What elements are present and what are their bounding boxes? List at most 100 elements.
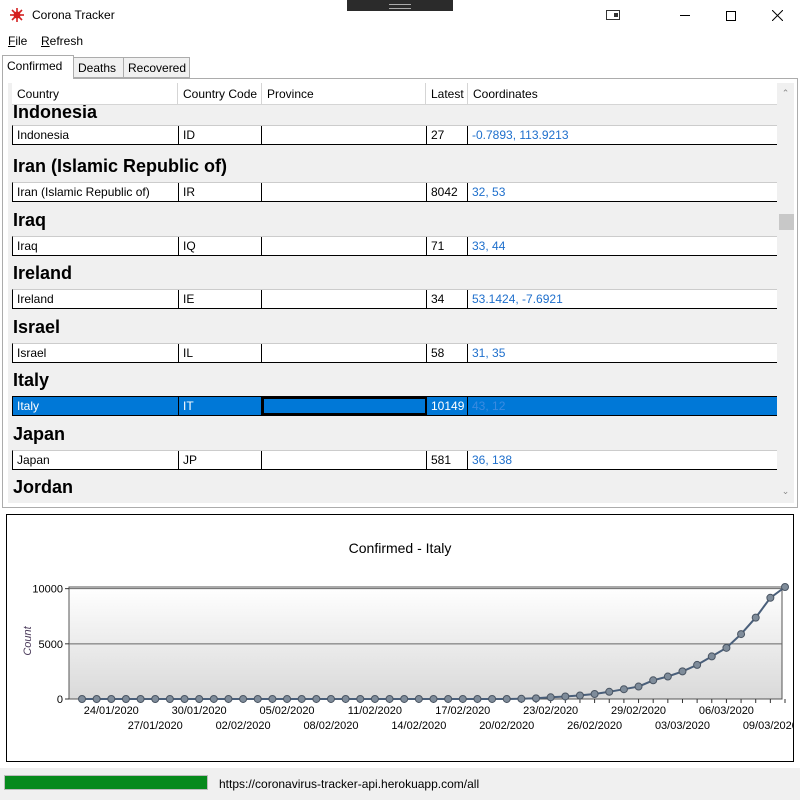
group-jordan: Jordan xyxy=(8,477,778,503)
data-point xyxy=(78,695,86,703)
chart-y-axis-label: Count xyxy=(22,625,34,655)
cell-province-focused[interactable] xyxy=(262,397,427,415)
data-point xyxy=(370,694,379,703)
x-tick-label: 09/03/2020 xyxy=(743,720,793,732)
cell-coordinates[interactable]: 33, 44 xyxy=(468,237,778,255)
group-header: Israel xyxy=(13,316,61,337)
data-point xyxy=(663,672,672,681)
data-point xyxy=(414,694,423,703)
tab-deaths[interactable]: Deaths xyxy=(73,57,124,78)
table-row[interactable]: Israel IL 58 31, 35 xyxy=(12,342,778,363)
data-point xyxy=(253,694,262,703)
data-point xyxy=(605,687,614,696)
cell-latest: 27 xyxy=(427,126,468,144)
cell-latest: 71 xyxy=(427,236,468,255)
x-tick-label: 08/02/2020 xyxy=(303,720,358,732)
minimize-button[interactable] xyxy=(662,0,708,31)
column-header-country[interactable]: Country xyxy=(12,83,178,105)
y-tick-label: 5000 xyxy=(39,639,63,651)
table-row[interactable]: Indonesia ID 27 -0.7893, 113.9213 xyxy=(12,125,778,145)
group-iran: Iran (Islamic Republic of) Iran (Islamic… xyxy=(8,156,778,210)
scroll-thumb[interactable] xyxy=(779,214,794,230)
data-point xyxy=(444,694,453,703)
table-row[interactable]: Iran (Islamic Republic of) IR 8042 32, 5… xyxy=(12,182,778,202)
cell-province xyxy=(262,183,427,201)
data-point xyxy=(473,694,482,703)
cell-coordinates[interactable]: 43, 12 xyxy=(468,397,778,415)
cell-coordinates[interactable]: 32, 53 xyxy=(468,183,778,201)
cell-coordinates[interactable]: 36, 138 xyxy=(468,451,778,469)
tab-confirmed[interactable]: Confirmed xyxy=(2,55,74,79)
cell-coordinates[interactable]: 53.1424, -7.6921 xyxy=(468,290,778,308)
cell-country-code: IQ xyxy=(179,236,262,255)
group-header: Indonesia xyxy=(13,105,98,122)
data-point xyxy=(136,695,145,703)
group-header: Jordan xyxy=(13,477,74,497)
column-header-row: Country Country Code Province Latest Coo… xyxy=(12,83,780,105)
data-point xyxy=(751,613,760,622)
plot-area xyxy=(68,586,783,700)
column-header-coordinates[interactable]: Coordinates xyxy=(468,83,780,105)
chart-title: Confirmed - Italy xyxy=(349,540,452,556)
data-point xyxy=(561,692,570,701)
data-point xyxy=(121,695,130,703)
cell-coordinates[interactable]: 31, 35 xyxy=(468,344,778,362)
cell-province xyxy=(262,126,427,144)
group-japan: Japan Japan JP 581 36, 138 xyxy=(8,424,778,478)
scroll-down-icon[interactable]: ⌄ xyxy=(781,487,790,496)
data-point xyxy=(209,694,218,703)
menu-refresh[interactable]: Refresh xyxy=(41,34,83,48)
data-point xyxy=(385,694,394,703)
menu-file-label: ile xyxy=(15,34,28,48)
group-header: Iran (Islamic Republic of) xyxy=(13,156,228,176)
data-point xyxy=(356,694,365,703)
table-row-selected[interactable]: Italy IT 10149 43, 12 xyxy=(12,396,778,416)
tab-recovered[interactable]: Recovered xyxy=(123,57,190,78)
vertical-scrollbar[interactable]: ⌃ ⌄ xyxy=(777,83,794,503)
status-bar: https://coronavirus-tracker-api.herokuap… xyxy=(0,768,800,800)
data-point xyxy=(165,695,174,703)
table-row[interactable]: Ireland IE 34 53.1424, -7.6921 xyxy=(12,289,778,309)
data-point xyxy=(151,695,160,703)
group-israel: Israel Israel IL 58 31, 35 xyxy=(8,317,778,371)
cell-country: Iran (Islamic Republic of) xyxy=(13,183,179,201)
cast-icon[interactable] xyxy=(606,10,620,20)
scroll-up-icon[interactable]: ⌃ xyxy=(781,89,790,98)
data-point xyxy=(297,694,306,703)
cell-country: Indonesia xyxy=(13,126,179,144)
menu-refresh-label: efresh xyxy=(49,34,84,48)
cell-latest: 34 xyxy=(427,290,468,308)
data-point xyxy=(693,660,702,669)
x-tick-label: 05/02/2020 xyxy=(260,705,315,717)
menu-file[interactable]: File xyxy=(8,34,27,48)
data-point xyxy=(268,694,277,703)
maximize-button[interactable] xyxy=(708,0,754,31)
close-button[interactable] xyxy=(754,0,800,31)
data-point xyxy=(634,682,643,691)
status-url: https://coronavirus-tracker-api.herokuap… xyxy=(219,777,480,791)
data-point xyxy=(619,685,628,694)
close-icon xyxy=(771,10,783,21)
cell-country: Japan xyxy=(13,450,179,469)
x-tick-label: 29/02/2020 xyxy=(611,705,666,717)
x-tick-label: 23/02/2020 xyxy=(523,705,578,717)
cell-coordinates[interactable]: -0.7893, 113.9213 xyxy=(468,126,778,144)
column-header-province[interactable]: Province xyxy=(262,83,426,105)
cell-province xyxy=(262,290,427,308)
tab-content-panel: Country Country Code Province Latest Coo… xyxy=(2,78,798,508)
column-header-country-code[interactable]: Country Code xyxy=(178,83,262,105)
group-header: Iraq xyxy=(13,209,47,230)
data-point xyxy=(781,583,789,591)
column-header-latest[interactable]: Latest xyxy=(426,83,468,105)
group-iraq: Iraq Iraq IQ 71 33, 44 xyxy=(8,210,778,264)
table-row[interactable]: Iraq IQ 71 33, 44 xyxy=(12,235,778,256)
data-point xyxy=(722,643,731,652)
menu-bar: File Refresh xyxy=(0,31,800,52)
table-row[interactable]: Japan JP 581 36, 138 xyxy=(12,449,778,470)
cell-country-code: ID xyxy=(179,126,262,144)
cell-country-code: IR xyxy=(179,183,262,201)
drag-handle[interactable] xyxy=(347,0,453,11)
cell-province xyxy=(262,450,427,469)
data-point xyxy=(517,694,526,703)
progress-fill xyxy=(5,776,207,789)
